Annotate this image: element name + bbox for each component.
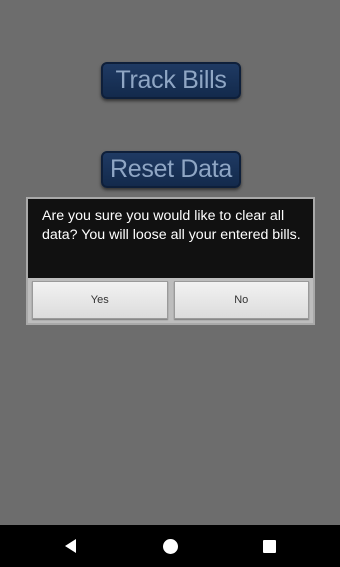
reset-data-button[interactable]: Reset Data	[101, 151, 241, 188]
home-button[interactable]	[150, 525, 190, 567]
home-icon	[162, 538, 178, 554]
dialog-message: Are you sure you would like to clear all…	[42, 208, 301, 243]
app-screen: Track Bills Reset Data Are you sure you …	[0, 0, 340, 525]
no-button[interactable]: No	[173, 281, 309, 319]
confirm-dialog: Are you sure you would like to clear all…	[26, 197, 315, 325]
recents-button[interactable]	[249, 525, 289, 567]
yes-button[interactable]: Yes	[32, 281, 168, 319]
navigation-bar	[0, 525, 340, 567]
recents-icon	[262, 539, 276, 553]
track-bills-button[interactable]: Track Bills	[101, 62, 241, 99]
dialog-button-bar: Yes No	[28, 278, 313, 323]
back-button[interactable]	[50, 525, 90, 567]
back-icon	[64, 539, 76, 553]
